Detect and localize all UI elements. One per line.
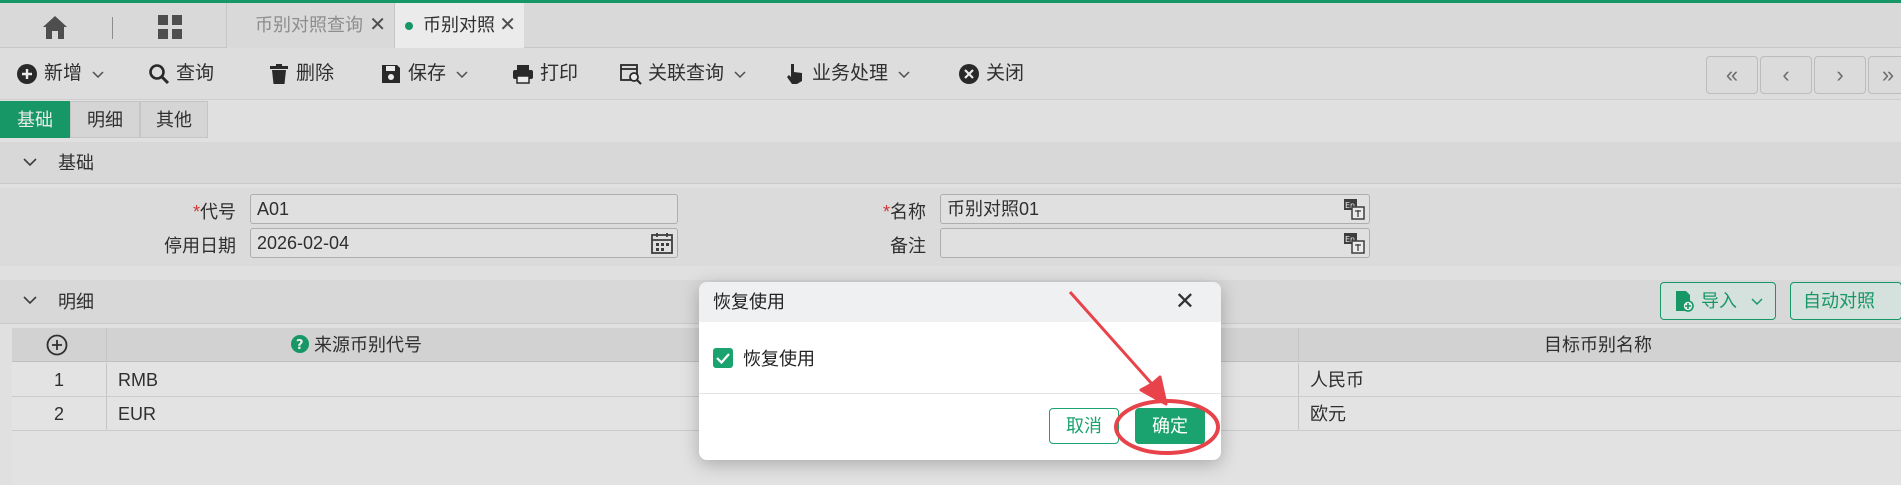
restore-use-checkbox[interactable]: [713, 348, 733, 368]
confirm-button[interactable]: 确定: [1135, 408, 1205, 444]
checkmark-icon: [716, 353, 730, 365]
cancel-button[interactable]: 取消: [1049, 408, 1119, 444]
dialog-divider: [699, 393, 1221, 394]
dialog-header: 恢复使用 ✕: [699, 282, 1221, 322]
restore-use-dialog: 恢复使用 ✕ 恢复使用 取消 确定: [699, 282, 1221, 460]
dialog-title: 恢复使用: [713, 292, 785, 312]
close-icon[interactable]: ✕: [1175, 282, 1195, 322]
checkbox-label[interactable]: 恢复使用: [743, 345, 815, 371]
